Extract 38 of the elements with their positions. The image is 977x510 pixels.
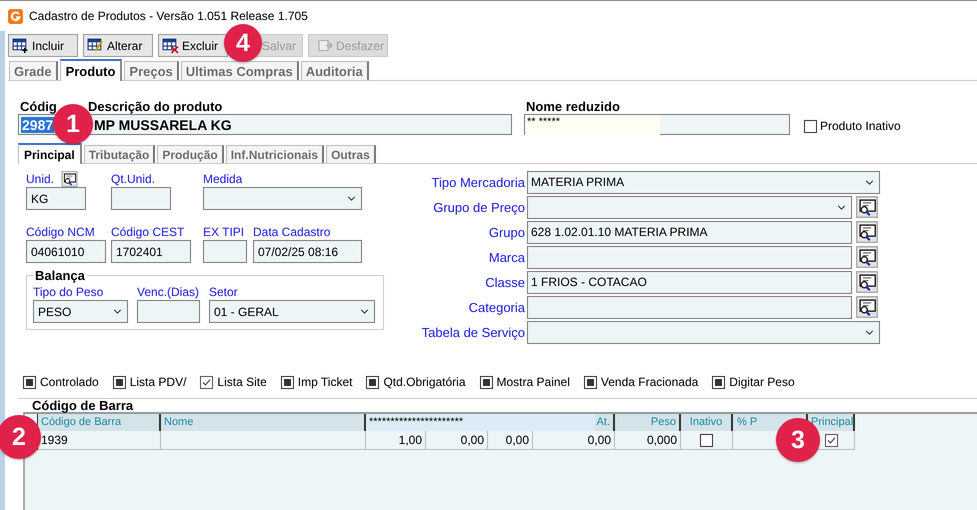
- field-label: Medida: [203, 172, 242, 186]
- field-label: EX TIPI: [203, 224, 244, 238]
- checkbox-label: Qtd.Obrigatória: [383, 375, 466, 389]
- field-label: Tipo Mercadoria: [430, 174, 525, 190]
- table-cell: 0,00: [533, 431, 615, 450]
- checkbox-label: Imp Ticket: [298, 375, 352, 389]
- table-cell: 1,00: [366, 431, 426, 450]
- field-label: Descrição do produto: [87, 99, 224, 114]
- field-label: Setor: [209, 284, 239, 300]
- table-cell: 0,00: [488, 431, 533, 450]
- field-label: Unid.: [26, 172, 54, 186]
- field-label: Grupo: [488, 224, 525, 240]
- field-label: Tipo do Peso: [33, 284, 104, 300]
- step-marker-overlay: 4: [224, 24, 262, 62]
- field-label: Códig: [19, 99, 58, 114]
- field-label: Classe: [484, 274, 525, 290]
- checkbox-label: Controlado: [40, 375, 99, 389]
- checkbox-label: Lista Site: [217, 375, 267, 389]
- table-cell: 0,00: [426, 431, 488, 450]
- field-label: Tabela de Serviço: [420, 324, 525, 340]
- checkbox-label: Mostra Painel: [496, 375, 570, 389]
- group-title: Código de Barra: [31, 398, 134, 412]
- checkbox-label: Lista PDV/: [130, 375, 186, 389]
- field-label: Data Cadastro: [253, 224, 330, 238]
- group-title: Balança: [34, 268, 86, 283]
- field-label: Marca: [488, 250, 525, 264]
- field-label: Qt.Unid.: [111, 172, 156, 186]
- table-cell: 0,000: [615, 431, 681, 450]
- checkbox-label: Produto Inativo: [820, 119, 901, 133]
- field-label: Nome reduzido: [525, 99, 621, 114]
- field-label: Venc.(Dias): [137, 284, 200, 300]
- window-title: Cadastro de Produtos - Versão 1.051 Release 1.705: [29, 9, 308, 23]
- field-label: Grupo de Preço: [432, 200, 525, 214]
- field-label: Código NCM: [26, 224, 95, 238]
- field-label: Código CEST: [111, 224, 184, 238]
- checkbox-label: Digitar Peso: [729, 375, 795, 389]
- checkbox-label: Venda Fracionada: [600, 375, 698, 389]
- field-label: Categoria: [468, 300, 525, 314]
